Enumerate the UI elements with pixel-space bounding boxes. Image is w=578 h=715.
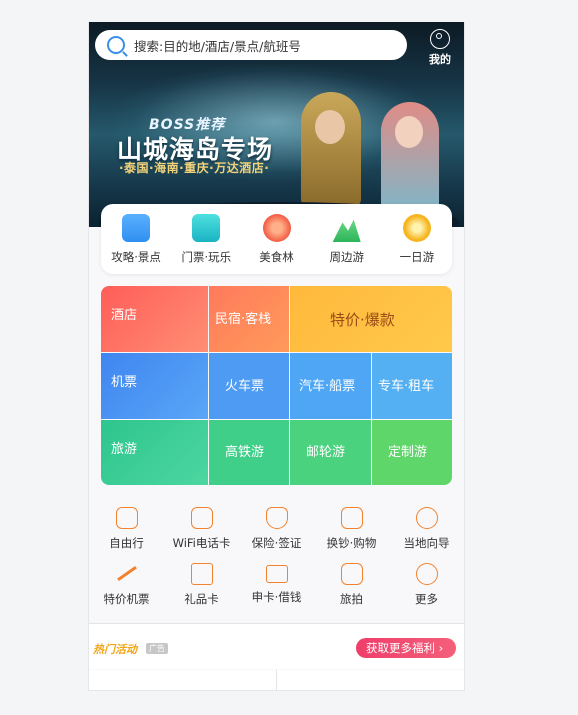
service-label: 特价机票 [103,592,150,606]
grid-highspeed-label: 高铁游 [225,445,265,460]
wifi-sim-icon [190,507,213,529]
grid-custom-label: 定制游 [388,445,428,460]
ad-badge: 广告 [146,643,168,654]
main-grid: 酒店 民宿·客栈 特价·爆款 机票 火车票 汽车·船票 专车·租车 旅游 高铁游… [101,286,452,485]
service-label: 旅拍 [340,592,363,606]
grid-bus-ship-label: 汽车·船票 [299,379,356,394]
my-account-label: 我的 [429,53,451,66]
service-free-travel[interactable]: 自由行 [89,507,164,551]
shield-icon [265,507,288,529]
banner-subtitle: ·泰国·海南·重庆·万达酒店· [119,161,270,175]
grid-train[interactable]: 火车票 [209,353,289,419]
hot-activities-title: 热门活动 [93,643,137,656]
app-screen: BOSS推荐 山城海岛专场 ·泰国·海南·重庆·万达酒店· 搜索:目的地/酒店/… [88,22,465,691]
service-label: 自由行 [109,536,144,550]
category-label: 一日游 [399,250,435,264]
service-label: WiFi电话卡 [172,536,231,550]
guide-book-icon [122,214,151,242]
food-icon [262,214,291,242]
service-more[interactable]: 更多 [389,563,464,607]
service-guide[interactable]: 当地向导 [389,507,464,551]
category-food[interactable]: 美食林 [241,204,311,274]
service-credit-card[interactable]: 申卡·借钱 [239,563,314,605]
service-label: 当地向导 [403,536,450,550]
service-wifi[interactable]: WiFi电话卡 [164,507,239,551]
grid-homestay-label: 民宿·客栈 [215,312,272,327]
category-label: 周边游 [329,250,364,264]
hot-activities-header: 热门活动 广告 获取更多福利 › [89,624,464,669]
category-guide[interactable]: 攻略·景点 [101,204,171,274]
search-icon [107,36,125,54]
grid-cruise[interactable]: 邮轮游 [290,420,371,485]
category-bar: 攻略·景点 门票·玩乐 美食林 周边游 一日游 [101,204,452,274]
banner-character-right [381,102,439,212]
banner-character-left [301,92,361,207]
my-account-button[interactable]: 我的 [425,29,455,67]
guide-hat-icon [415,507,438,529]
grid-travel[interactable]: 旅游 [101,420,208,485]
grid-deals-label: 特价·爆款 [330,311,395,329]
service-label: 保险·签证 [251,536,302,550]
category-label: 美食林 [259,250,294,264]
category-nearby[interactable]: 周边游 [312,204,382,274]
grid-cruise-label: 邮轮游 [306,445,346,460]
grid-hotel[interactable]: 酒店 [101,286,208,352]
more-icon [415,563,438,585]
category-daytrip[interactable]: 一日游 [382,204,452,274]
search-placeholder: 搜索:目的地/酒店/景点/航班号 [134,38,301,54]
backpack-icon [115,507,138,529]
camera-icon [340,563,363,585]
category-label: 门票·玩乐 [181,250,232,264]
grid-travel-label: 旅游 [111,442,138,457]
service-label: 礼品卡 [184,592,219,606]
category-label: 攻略·景点 [111,250,161,264]
grid-highspeed[interactable]: 高铁游 [209,420,289,485]
service-exchange[interactable]: 换钞·购物 [314,507,389,551]
user-icon [430,29,450,49]
grid-flight[interactable]: 机票 [101,353,208,419]
service-label: 更多 [415,592,438,606]
category-tickets[interactable]: 门票·玩乐 [171,204,241,274]
grid-hotel-label: 酒店 [111,308,138,323]
grid-custom[interactable]: 定制游 [372,420,452,485]
ticket-icon [192,214,221,242]
grid-train-label: 火车票 [225,379,265,394]
more-benefits-label: 获取更多福利 [366,641,435,655]
credit-card-icon [265,565,288,583]
grid-car-label: 专车·租车 [378,379,435,394]
mountain-icon [332,219,361,242]
grid-flight-label: 机票 [111,375,138,390]
chevron-right-icon: › [438,641,444,655]
search-input[interactable]: 搜索:目的地/酒店/景点/航班号 [95,30,407,60]
service-gift-card[interactable]: 礼品卡 [164,563,239,607]
service-flight-deals[interactable]: 特价机票 [89,563,164,607]
grid-bus-ship[interactable]: 汽车·船票 [290,353,371,419]
plane-icon [116,563,138,585]
gift-card-icon [190,563,213,585]
grid-deals[interactable]: 特价·爆款 [290,286,452,352]
grid-homestay[interactable]: 民宿·客栈 [209,286,289,352]
sun-badge-icon [402,214,431,242]
service-photo[interactable]: 旅拍 [314,563,389,607]
activity-cards[interactable] [89,670,464,690]
service-label: 换钞·购物 [326,536,377,550]
grid-car[interactable]: 专车·租车 [372,353,452,419]
service-insurance[interactable]: 保险·签证 [239,507,314,551]
shopping-bag-icon [340,507,363,529]
more-benefits-button[interactable]: 获取更多福利 › [356,638,456,658]
card-separator [276,670,277,690]
service-label: 申卡·借钱 [251,590,302,604]
